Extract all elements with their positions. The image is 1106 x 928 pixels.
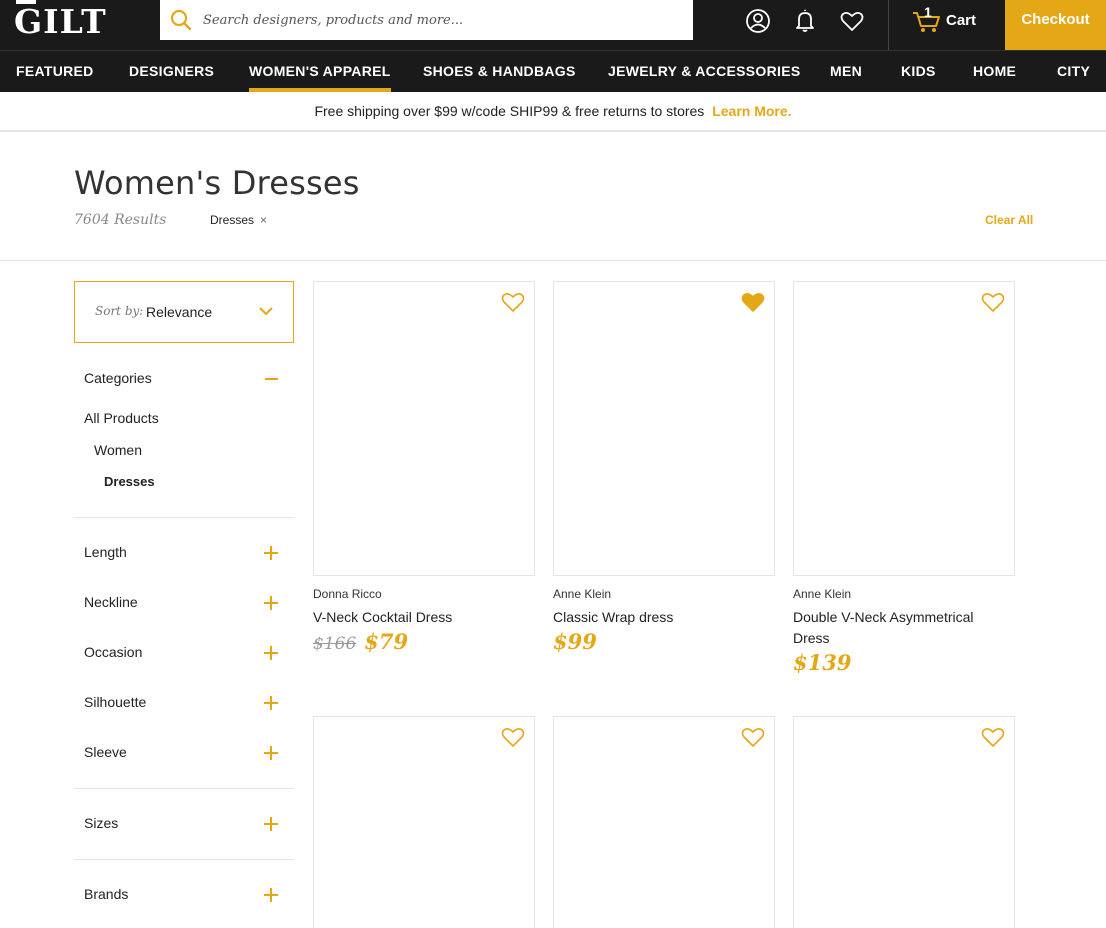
search-icon[interactable]	[170, 9, 192, 31]
clear-all-link[interactable]: Clear All	[985, 213, 1033, 227]
category-all-products[interactable]: All Products	[84, 410, 159, 426]
account-icon[interactable]	[745, 8, 771, 34]
sale-price: $79	[364, 629, 409, 654]
nav-city[interactable]: CITY	[1057, 51, 1090, 92]
cart-count: 1	[924, 4, 932, 20]
cart-button[interactable]: 1 Cart	[912, 4, 992, 38]
facet-sleeve[interactable]: Sleeve	[84, 744, 127, 760]
nav-womens-apparel[interactable]: WOMEN'S APPAREL	[249, 51, 391, 92]
product-name[interactable]: Double V-Neck Asymmetrical Dress	[793, 607, 1003, 649]
heart-shape	[501, 728, 525, 747]
close-icon[interactable]: ×	[260, 213, 267, 227]
nav-home[interactable]: HOME	[973, 51, 1016, 92]
filter-chip-label: Dresses	[210, 213, 255, 227]
header-divider-line	[0, 260, 1106, 261]
chevron-down-icon	[259, 307, 273, 316]
categories-heading[interactable]: Categories	[84, 370, 152, 386]
heart-shape	[741, 293, 765, 312]
expand-brands-icon[interactable]	[264, 888, 278, 902]
favorite-heart-icon[interactable]	[500, 290, 526, 314]
heart-shape	[501, 293, 525, 312]
collapse-icon[interactable]	[265, 378, 278, 380]
promo-banner: Free shipping over $99 w/code SHIP99 & f…	[0, 92, 1106, 132]
nav-jewelry-accessories[interactable]: JEWELRY & ACCESSORIES	[608, 51, 800, 92]
product-price: $139	[793, 650, 851, 675]
facet-occasion[interactable]: Occasion	[84, 644, 142, 660]
learn-more-link[interactable]: Learn More.	[712, 103, 791, 119]
product-image[interactable]	[313, 281, 535, 576]
bell-icon[interactable]	[792, 8, 818, 34]
product-price: $166 $79	[313, 629, 408, 654]
nav-designers[interactable]: DESIGNERS	[129, 51, 214, 92]
expand-length-icon[interactable]	[264, 546, 278, 560]
category-women[interactable]: Women	[94, 442, 142, 458]
sort-dropdown[interactable]: Sort by: Relevance	[74, 281, 294, 343]
sidebar-divider	[74, 517, 294, 518]
sale-price: $139	[793, 650, 852, 675]
heart-shape	[981, 728, 1005, 747]
sort-value: Relevance	[146, 304, 213, 320]
product-price: $99	[553, 629, 597, 654]
logo-text: GILT	[14, 2, 107, 41]
heart-shape	[981, 293, 1005, 312]
logo-bar	[16, 0, 36, 4]
sidebar-divider	[74, 859, 294, 860]
search-input[interactable]	[203, 8, 673, 32]
checkout-button[interactable]: Checkout	[1005, 0, 1106, 50]
favorite-heart-icon[interactable]	[740, 725, 766, 749]
nav-featured[interactable]: FEATURED	[16, 51, 94, 92]
expand-sleeve-icon[interactable]	[264, 746, 278, 760]
expand-silhouette-icon[interactable]	[264, 696, 278, 710]
facet-length[interactable]: Length	[84, 544, 127, 560]
product-name[interactable]: Classic Wrap dress	[553, 607, 763, 628]
results-count: 7604 Results	[74, 212, 167, 228]
product-brand[interactable]: Anne Klein	[793, 587, 851, 601]
sidebar-divider	[74, 788, 294, 789]
facet-sizes[interactable]: Sizes	[84, 815, 118, 831]
original-price: $166	[313, 634, 357, 654]
favorite-heart-icon[interactable]	[500, 725, 526, 749]
heart-shape	[741, 728, 765, 747]
facet-neckline[interactable]: Neckline	[84, 594, 138, 610]
category-dresses[interactable]: Dresses	[104, 474, 155, 489]
product-name[interactable]: V-Neck Cocktail Dress	[313, 607, 523, 628]
favorite-heart-icon[interactable]	[980, 290, 1006, 314]
cart-label: Cart	[946, 12, 977, 29]
expand-occasion-icon[interactable]	[264, 646, 278, 660]
nav-kids[interactable]: KIDS	[901, 51, 936, 92]
expand-neckline-icon[interactable]	[264, 596, 278, 610]
top-header: GILT 1 Cart Checkout	[0, 0, 1106, 50]
facet-silhouette[interactable]: Silhouette	[84, 694, 146, 710]
filter-chip[interactable]: Dresses ×	[210, 213, 267, 227]
facet-brands[interactable]: Brands	[84, 886, 128, 902]
header-divider	[888, 0, 889, 50]
nav-shoes-handbags[interactable]: SHOES & HANDBAGS	[423, 51, 576, 92]
page-title: Women's Dresses	[74, 164, 360, 202]
main-nav: FEATURED DESIGNERS WOMEN'S APPAREL SHOES…	[0, 50, 1106, 92]
expand-sizes-icon[interactable]	[264, 817, 278, 831]
product-image[interactable]	[793, 281, 1015, 576]
product-brand[interactable]: Donna Ricco	[313, 587, 382, 601]
favorite-heart-icon[interactable]	[740, 290, 766, 314]
gilt-logo[interactable]: GILT	[14, 0, 138, 46]
heart-icon[interactable]	[839, 8, 865, 34]
product-image[interactable]	[553, 281, 775, 576]
nav-men[interactable]: MEN	[830, 51, 862, 92]
favorite-heart-icon[interactable]	[980, 725, 1006, 749]
promo-text: Free shipping over $99 w/code SHIP99 & f…	[314, 103, 705, 119]
sale-price: $99	[553, 629, 597, 654]
product-brand[interactable]: Anne Klein	[553, 587, 611, 601]
sort-label: Sort by:	[95, 304, 144, 318]
search-box[interactable]	[160, 0, 693, 40]
